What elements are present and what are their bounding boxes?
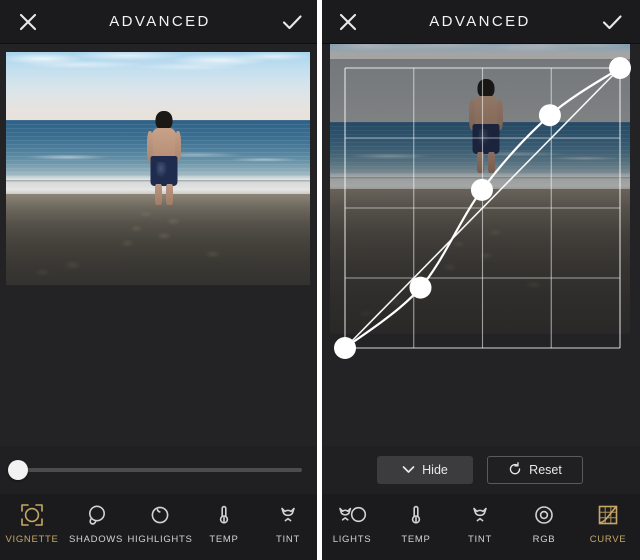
tool-vignette[interactable]: VIGNETTE bbox=[0, 503, 64, 545]
check-icon bbox=[281, 12, 303, 32]
temp-icon bbox=[212, 503, 236, 527]
photo-figure bbox=[143, 111, 185, 206]
advanced-editor-screen: ADVANCED VIGNETTE SHADOWS HIGHLIGHTS TEM… bbox=[0, 0, 640, 560]
confirm-button[interactable] bbox=[588, 0, 636, 44]
tint-icon bbox=[468, 503, 492, 527]
tool-label: LIGHTS bbox=[332, 534, 372, 545]
photo-sky bbox=[6, 52, 310, 120]
toolbar-left: VIGNETTE SHADOWS HIGHLIGHTS TEMP TINT bbox=[0, 494, 320, 560]
photo-preview-right bbox=[330, 44, 630, 334]
hide-button[interactable]: Hide bbox=[377, 456, 473, 484]
photo-footprints bbox=[6, 194, 310, 285]
tool-label: TEMP bbox=[401, 534, 431, 545]
tool-shadows[interactable]: SHADOWS bbox=[64, 503, 128, 545]
close-icon bbox=[18, 12, 38, 32]
tool-temp[interactable]: TEMP bbox=[192, 503, 256, 545]
close-button[interactable] bbox=[324, 0, 372, 44]
shadows-icon bbox=[84, 503, 108, 527]
vignette-slider-track[interactable] bbox=[8, 460, 302, 480]
highlights-icon bbox=[148, 503, 172, 527]
curve-handle-0[interactable] bbox=[334, 337, 356, 359]
vignette-slider-row bbox=[0, 446, 320, 494]
panel-divider bbox=[317, 0, 322, 560]
page-title: ADVANCED bbox=[109, 13, 211, 30]
tool-label: CURVE bbox=[589, 534, 627, 545]
page-title: ADVANCED bbox=[429, 13, 531, 30]
panel-right-curve: ADVANCED Hide Reset LIGHTS TEMP TINT RGB… bbox=[320, 0, 640, 560]
chevron-down-icon bbox=[402, 463, 415, 477]
tint-icon bbox=[276, 503, 300, 527]
header-right: ADVANCED bbox=[320, 0, 640, 44]
reset-icon bbox=[508, 461, 522, 479]
photo-clouds bbox=[6, 52, 310, 90]
tool-tint[interactable]: TINT bbox=[256, 503, 320, 545]
vignette-icon bbox=[20, 503, 44, 527]
lights-icon bbox=[337, 503, 367, 527]
reset-button-label: Reset bbox=[529, 463, 562, 477]
tool-rgb[interactable]: RGB bbox=[512, 503, 576, 545]
vignette-slider-knob[interactable] bbox=[8, 460, 28, 480]
photo-dim-overlay bbox=[330, 44, 630, 334]
photo-preview-left[interactable] bbox=[6, 52, 310, 285]
left-photo-stage bbox=[0, 44, 320, 446]
hide-button-label: Hide bbox=[422, 463, 448, 477]
curve-editor-stage[interactable] bbox=[320, 44, 640, 446]
photo-sand bbox=[6, 194, 310, 285]
confirm-button[interactable] bbox=[268, 0, 316, 44]
tool-label: RGB bbox=[532, 534, 556, 545]
tool-curve[interactable]: CURVE bbox=[576, 503, 640, 545]
tool-label: SHADOWS bbox=[69, 534, 123, 545]
tool-highlights[interactable]: HIGHLIGHTS bbox=[127, 503, 193, 545]
temp-icon bbox=[404, 503, 428, 527]
tool-label: TEMP bbox=[209, 534, 239, 545]
close-button[interactable] bbox=[4, 0, 52, 44]
tool-tint[interactable]: TINT bbox=[448, 503, 512, 545]
toolbar-right: LIGHTS TEMP TINT RGB CURVE bbox=[320, 494, 640, 560]
header-left: ADVANCED bbox=[0, 0, 320, 44]
tool-label: TINT bbox=[276, 534, 300, 545]
tool-label: HIGHLIGHTS bbox=[127, 534, 193, 545]
reset-button[interactable]: Reset bbox=[487, 456, 583, 484]
check-icon bbox=[601, 12, 623, 32]
tool-label: VIGNETTE bbox=[5, 534, 59, 545]
curve-actions-row: Hide Reset bbox=[320, 446, 640, 494]
tool-label: TINT bbox=[468, 534, 492, 545]
rgb-icon bbox=[532, 503, 556, 527]
panel-left-vignette: ADVANCED VIGNETTE SHADOWS HIGHLIGHTS TEM… bbox=[0, 0, 320, 560]
tool-lights[interactable]: LIGHTS bbox=[320, 503, 384, 545]
curve-icon bbox=[596, 503, 620, 527]
tool-temp[interactable]: TEMP bbox=[384, 503, 448, 545]
close-icon bbox=[338, 12, 358, 32]
